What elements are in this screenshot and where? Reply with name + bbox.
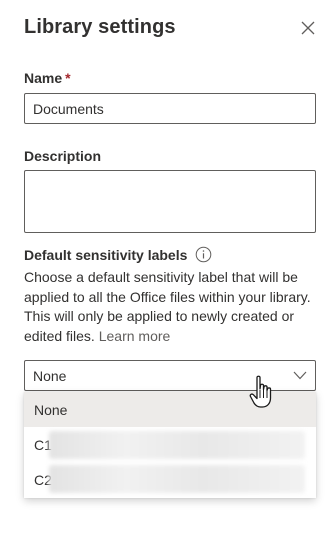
option-c1[interactable]: C1 (24, 427, 316, 462)
sensitivity-label: Default sensitivity labels (24, 246, 188, 263)
redacted-label-block (49, 431, 305, 459)
panel-title: Library settings (24, 16, 176, 38)
required-marker: * (65, 70, 71, 86)
hand-cursor-icon (248, 374, 276, 410)
sensitivity-label-row: Default sensitivity labels (24, 246, 212, 263)
option-label: None (34, 401, 68, 418)
sensitivity-help-text: Choose a default sensitivity label that … (24, 268, 324, 346)
redacted-label-block (49, 465, 305, 493)
name-input[interactable] (24, 93, 316, 124)
description-input[interactable] (24, 170, 316, 233)
option-c2[interactable]: C2 (24, 462, 316, 497)
learn-more-link[interactable]: Learn more (99, 328, 171, 344)
description-label: Description (24, 148, 102, 164)
chevron-down-icon (293, 369, 307, 383)
name-label-text: Name (24, 70, 63, 86)
name-label: Name * (24, 70, 71, 86)
close-icon (301, 21, 315, 40)
close-button[interactable] (296, 18, 320, 42)
info-icon[interactable] (195, 246, 212, 263)
